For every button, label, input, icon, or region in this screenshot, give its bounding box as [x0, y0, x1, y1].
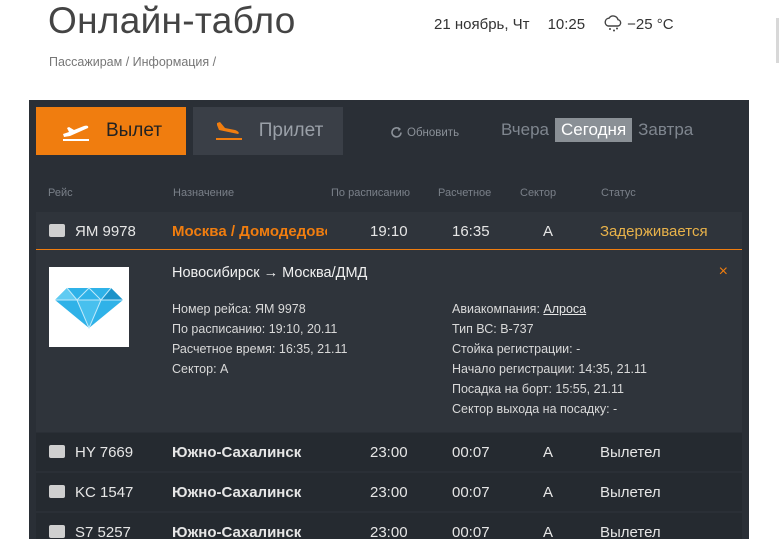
- flight-row[interactable]: HY 7669 Южно-Сахалинск 23:00 00:07 A Выл…: [36, 433, 742, 471]
- airline-logo-icon: [49, 445, 65, 458]
- column-header-estimated: Расчетное: [438, 187, 492, 199]
- day-yesterday[interactable]: Вчера: [495, 118, 555, 142]
- detail-aircraft: Тип ВС: B-737: [452, 322, 534, 336]
- direction-tabs: Вылет Прилет: [36, 107, 343, 155]
- temperature: −25 °C: [627, 15, 674, 33]
- flight-sector: A: [543, 223, 554, 240]
- flight-estimated: 00:07: [452, 444, 490, 461]
- flight-board: Вылет Прилет Обновить Вчера Сегодня Завт…: [29, 100, 749, 539]
- flight-number: ЯМ 9978: [75, 223, 136, 240]
- diamond-logo-icon: [55, 287, 123, 330]
- detail-airline: Авиакомпания: Алроса: [452, 299, 647, 319]
- plane-landing-icon: [215, 122, 242, 140]
- airline-logo-icon: [49, 485, 65, 498]
- tab-arrival[interactable]: Прилет: [193, 107, 343, 155]
- day-today[interactable]: Сегодня: [555, 118, 633, 142]
- tab-departure[interactable]: Вылет: [36, 107, 186, 155]
- flight-destination: Москва / Домодедово: [172, 223, 327, 240]
- column-header-destination: Назначение: [173, 187, 235, 199]
- detail-sector: Сектор: A: [172, 362, 229, 376]
- refresh-button[interactable]: Обновить: [390, 126, 459, 139]
- breadcrumb-separator: /: [209, 55, 217, 69]
- flight-scheduled: 19:10: [370, 223, 408, 240]
- airline-logo: [49, 267, 129, 347]
- tab-departure-label: Вылет: [105, 120, 163, 141]
- flight-status: Вылетел: [600, 484, 661, 501]
- column-header-flight: Рейс: [48, 187, 73, 199]
- details-right-column: Авиакомпания: Алроса Тип ВС: B-737 Стойк…: [452, 299, 647, 419]
- snow-cloud-icon: [604, 15, 622, 32]
- page-title: Онлайн-табло: [48, 0, 296, 41]
- airline-logo-icon: [49, 525, 65, 538]
- current-date: 21 ноябрь, Чт: [434, 15, 530, 33]
- day-tomorrow[interactable]: Завтра: [632, 118, 699, 142]
- flight-number: HY 7669: [75, 444, 134, 461]
- breadcrumb: Пассажирам / Информация /: [49, 55, 216, 69]
- detail-checkin-start: Начало регистрации: 14:35, 21.11: [452, 362, 648, 376]
- weather: −25 °C: [603, 15, 674, 33]
- flight-destination: Южно-Сахалинск: [172, 484, 302, 501]
- detail-airline-label: Авиакомпания:: [452, 302, 544, 316]
- column-header-scheduled: По расписанию: [331, 187, 411, 199]
- tab-arrival-label: Прилет: [258, 120, 324, 141]
- flight-scheduled: 23:00: [370, 524, 408, 539]
- flight-status: Вылетел: [600, 524, 661, 539]
- flight-number: S7 5257: [75, 524, 131, 539]
- flight-destination: Южно-Сахалинск: [172, 524, 302, 539]
- flight-estimated: 00:07: [452, 484, 490, 501]
- detail-checkin-desk: Стойка регистрации: -: [452, 342, 581, 356]
- flight-sector: A: [543, 484, 554, 501]
- day-selector: Вчера Сегодня Завтра: [495, 118, 699, 142]
- details-left-column: Номер рейса: ЯМ 9978 По расписанию: 19:1…: [172, 299, 347, 379]
- detail-estimated: Расчетное время: 16:35, 21.11: [172, 342, 348, 356]
- plane-takeoff-icon: [62, 125, 89, 141]
- detail-scheduled: По расписанию: 19:10, 20.11: [172, 322, 338, 336]
- flight-sector: A: [543, 444, 554, 461]
- airline-link[interactable]: Алроса: [543, 302, 586, 316]
- flight-row[interactable]: KC 1547 Южно-Сахалинск 23:00 00:07 A Выл…: [36, 473, 742, 511]
- breadcrumb-separator: /: [122, 55, 133, 69]
- flight-estimated: 16:35: [452, 223, 490, 240]
- flight-route: Новосибирск → Москва/ДМД: [172, 265, 368, 281]
- flight-sector: A: [543, 524, 554, 539]
- column-header-sector: Сектор: [520, 187, 557, 199]
- current-time: 10:25: [547, 15, 586, 33]
- flight-scheduled: 23:00: [370, 444, 408, 461]
- flight-estimated: 00:07: [452, 524, 490, 539]
- flight-row[interactable]: S7 5257 Южно-Сахалинск 23:00 00:07 A Выл…: [36, 513, 742, 539]
- flight-details-panel: Новосибирск → Москва/ДМД × Номер рейса: …: [36, 250, 742, 432]
- header-info: 21 ноябрь, Чт 10:25 −25 °C: [434, 15, 674, 33]
- close-icon[interactable]: ×: [719, 263, 728, 281]
- column-header-status: Статус: [601, 187, 636, 199]
- refresh-icon: [391, 127, 402, 138]
- breadcrumb-info-link[interactable]: Информация: [133, 55, 210, 69]
- flight-status: Задерживается: [600, 223, 708, 240]
- flight-number: KC 1547: [75, 484, 134, 501]
- refresh-label: Обновить: [407, 126, 460, 139]
- flight-status: Вылетел: [600, 444, 661, 461]
- airline-logo-icon: [49, 224, 65, 237]
- detail-boarding: Посадка на борт: 15:55, 21.11: [452, 382, 624, 396]
- detail-flight-number: Номер рейса: ЯМ 9978: [172, 302, 306, 316]
- flight-row-selected[interactable]: ЯМ 9978 Москва / Домодедово 19:10 16:35 …: [36, 212, 742, 250]
- breadcrumb-passengers-link[interactable]: Пассажирам: [49, 55, 122, 69]
- flight-destination: Южно-Сахалинск: [172, 444, 302, 461]
- flight-scheduled: 23:00: [370, 484, 408, 501]
- detail-gate-sector: Сектор выхода на посадку: -: [452, 402, 618, 416]
